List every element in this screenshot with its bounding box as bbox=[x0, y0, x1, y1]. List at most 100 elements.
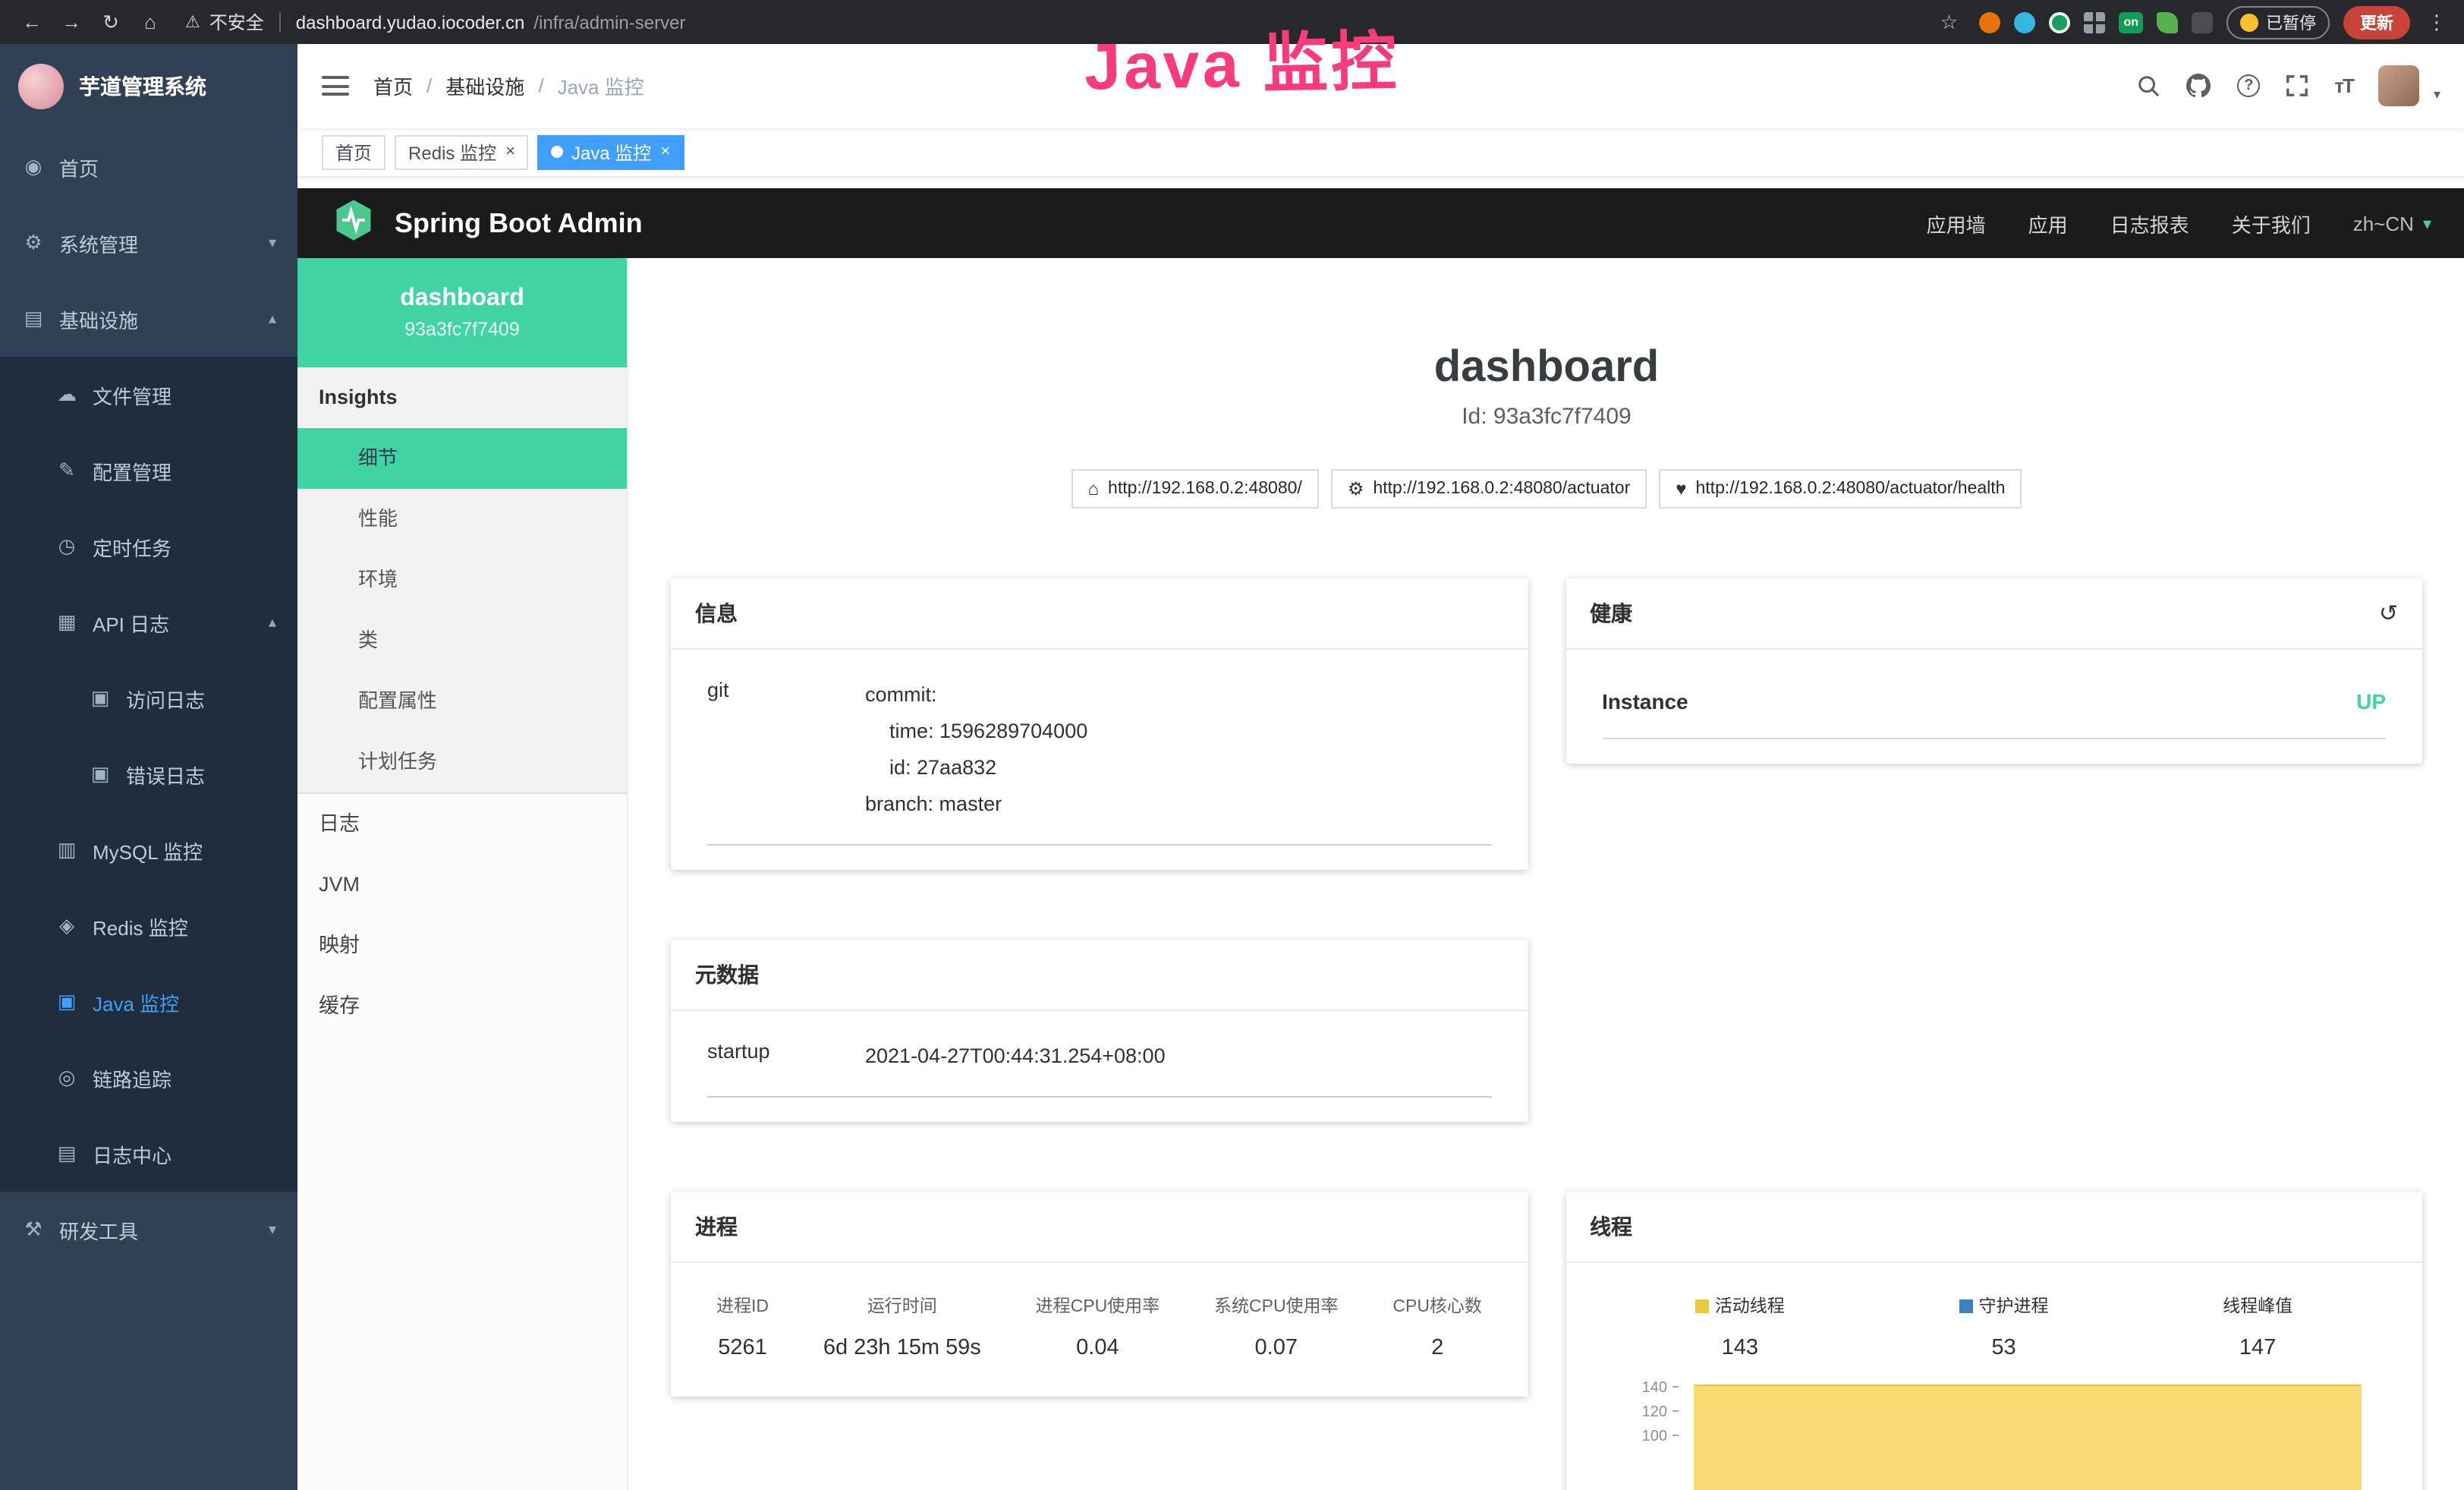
tab-home[interactable]: 首页 bbox=[322, 134, 385, 169]
file-icon: ☁ bbox=[55, 383, 79, 407]
sidebar-item-infrastructure[interactable]: ▤ 基础设施 ▴ bbox=[0, 281, 297, 357]
sidebar-item-dev-tools[interactable]: ⚒ 研发工具 ▾ bbox=[0, 1192, 297, 1268]
extension-green-circle-icon[interactable] bbox=[2049, 11, 2070, 33]
sba-menu-logs[interactable]: 日志 bbox=[297, 794, 627, 855]
extension-orange-icon[interactable] bbox=[1979, 11, 2000, 33]
sba-menu-details[interactable]: 细节 bbox=[297, 428, 627, 489]
sba-menu-environment[interactable]: 环境 bbox=[297, 550, 627, 610]
sba-instance-id: 93a3fc7f7409 bbox=[404, 319, 520, 340]
sidebar-item-home[interactable]: ◉ 首页 bbox=[0, 129, 297, 205]
breadcrumb-current: Java 监控 bbox=[558, 71, 644, 100]
metadata-card: 元数据 startup 2021-04-27T00:44:31.254+08:0… bbox=[671, 940, 1528, 1122]
tags-view: 首页 Redis 监控 × Java 监控 × bbox=[297, 128, 2464, 178]
monitor-icon: ▣ bbox=[55, 990, 79, 1014]
font-size-icon[interactable]: тT bbox=[2334, 74, 2353, 97]
chevron-down-icon: ▾ bbox=[269, 235, 276, 251]
sidebar-item-scheduled-tasks[interactable]: ◷ 定时任务 bbox=[0, 509, 297, 584]
sba-logo-icon[interactable] bbox=[331, 197, 376, 250]
extension-on-badge[interactable]: on bbox=[2119, 11, 2143, 33]
metadata-key-startup: startup bbox=[707, 1038, 865, 1075]
sba-menu-caches[interactable]: 缓存 bbox=[297, 976, 627, 1037]
process-col-system-cpu: 系统CPU使用率 0.07 bbox=[1214, 1293, 1339, 1360]
tab-redis-monitor[interactable]: Redis 监控 × bbox=[395, 134, 529, 169]
home-button[interactable]: ⌂ bbox=[134, 5, 167, 39]
user-avatar[interactable] bbox=[2379, 65, 2420, 106]
help-icon[interactable]: ? bbox=[2237, 74, 2260, 97]
forward-button[interactable]: → bbox=[55, 5, 88, 39]
sba-nav-about[interactable]: 关于我们 bbox=[2232, 209, 2311, 238]
profile-paused-badge[interactable]: 已暂停 bbox=[2226, 5, 2330, 39]
sidebar-item-system-management[interactable]: ⚙ 系统管理 ▾ bbox=[0, 205, 297, 281]
back-button[interactable]: ← bbox=[15, 5, 49, 39]
metadata-value-startup: 2021-04-27T00:44:31.254+08:00 bbox=[865, 1038, 1491, 1075]
sidebar-item-mysql-monitor[interactable]: ▥ MySQL 监控 bbox=[0, 812, 297, 888]
sba-instance-header: dashboard 93a3fc7f7409 bbox=[297, 258, 627, 367]
sba-content: dashboard Id: 93a3fc7f7409 ⌂ http://192.… bbox=[628, 258, 2464, 1490]
health-instance-label: Instance bbox=[1602, 689, 1688, 713]
reload-button[interactable]: ↻ bbox=[94, 5, 127, 39]
log-center-icon: ▤ bbox=[55, 1142, 79, 1166]
github-icon[interactable] bbox=[2186, 73, 2211, 99]
extensions-puzzle-icon[interactable] bbox=[2192, 11, 2213, 33]
chrome-update-button[interactable]: 更新 bbox=[2343, 5, 2410, 39]
health-url-link[interactable]: ♥ http://192.168.0.2:48080/actuator/heal… bbox=[1659, 469, 2022, 509]
app-title: 芋道管理系统 bbox=[79, 71, 206, 102]
extension-leaf-icon[interactable] bbox=[2157, 11, 2178, 33]
legend-peak-threads: 线程峰值 147 bbox=[2223, 1293, 2292, 1360]
legend-live-threads: 活动线程 143 bbox=[1695, 1293, 1785, 1360]
extension-grid-icon[interactable] bbox=[2084, 11, 2105, 33]
sidebar-item-redis-monitor[interactable]: ◈ Redis 监控 bbox=[0, 888, 297, 964]
avatar-caret-icon[interactable]: ▾ bbox=[2434, 87, 2440, 103]
fullscreen-icon[interactable] bbox=[2286, 74, 2308, 97]
log-icon: ▣ bbox=[88, 762, 112, 786]
process-col-process-cpu: 进程CPU使用率 0.04 bbox=[1036, 1293, 1160, 1360]
sba-menu-mappings[interactable]: 映射 bbox=[297, 915, 627, 976]
sba-menu-scheduled-tasks[interactable]: 计划任务 bbox=[297, 732, 627, 792]
sidebar-item-config-management[interactable]: ✎ 配置管理 bbox=[0, 433, 297, 509]
breadcrumb-home[interactable]: 首页 bbox=[373, 71, 413, 100]
logo-avatar bbox=[18, 64, 64, 109]
hamburger-icon[interactable] bbox=[322, 76, 349, 96]
chevron-down-icon: ▾ bbox=[269, 1221, 276, 1238]
tab-java-monitor[interactable]: Java 监控 × bbox=[538, 134, 684, 169]
actuator-url-link[interactable]: ⚙ http://192.168.0.2:48080/actuator bbox=[1331, 469, 1647, 509]
security-warning-icon: ⚠ bbox=[185, 12, 200, 32]
sba-menu-metrics[interactable]: 性能 bbox=[297, 489, 627, 550]
page-title: dashboard bbox=[671, 343, 2422, 393]
sidebar-item-error-log[interactable]: ▣ 错误日志 bbox=[0, 736, 297, 812]
sba-nav-journal[interactable]: 日志报表 bbox=[2110, 209, 2189, 238]
sidebar-item-api-log[interactable]: ▦ API 日志 ▴ bbox=[0, 584, 297, 660]
sidebar-item-java-monitor[interactable]: ▣ Java 监控 bbox=[0, 964, 297, 1040]
info-card: 信息 git commit: time: 1596289704000 id: 2… bbox=[671, 578, 1528, 870]
url-path: /infra/admin-server bbox=[533, 11, 685, 33]
info-key-git: git bbox=[707, 677, 865, 823]
browser-menu-icon[interactable]: ⋮ bbox=[2424, 10, 2450, 34]
address-bar[interactable]: ⚠ 不安全 dashboard.yudao.iocoder.cn/infra/a… bbox=[185, 9, 1926, 35]
sidebar-item-access-log[interactable]: ▣ 访问日志 bbox=[0, 660, 297, 736]
sba-locale-select[interactable]: zh~CN ▾ bbox=[2353, 212, 2431, 235]
sidebar-item-log-center[interactable]: ▤ 日志中心 bbox=[0, 1116, 297, 1192]
header-actions: ? тT ▾ bbox=[2137, 65, 2440, 106]
bookmark-star-icon[interactable]: ☆ bbox=[1932, 5, 1965, 39]
sidebar-item-file-management[interactable]: ☁ 文件管理 bbox=[0, 357, 297, 433]
sidebar-item-trace[interactable]: ◎ 链路追踪 bbox=[0, 1040, 297, 1116]
sba-nav-wallboard[interactable]: 应用墙 bbox=[1927, 209, 1986, 238]
history-icon[interactable]: ↺ bbox=[2379, 600, 2398, 627]
close-icon[interactable]: × bbox=[505, 143, 515, 161]
sba-menu-config-props[interactable]: 配置属性 bbox=[297, 671, 627, 732]
timer-icon: ◷ bbox=[55, 534, 79, 559]
app-logo[interactable]: 芋道管理系统 bbox=[0, 44, 297, 129]
extension-drop-icon[interactable] bbox=[2014, 11, 2035, 33]
sba-nav-applications[interactable]: 应用 bbox=[2028, 209, 2068, 238]
instance-links: ⌂ http://192.168.0.2:48080/ ⚙ http://192… bbox=[671, 469, 2422, 509]
sba-instance-name: dashboard bbox=[400, 285, 524, 313]
breadcrumb-separator: / bbox=[426, 74, 432, 97]
breadcrumb-infrastructure[interactable]: 基础设施 bbox=[445, 71, 524, 100]
service-url-link[interactable]: ⌂ http://192.168.0.2:48080/ bbox=[1072, 469, 1319, 509]
sba-brand-title[interactable]: Spring Boot Admin bbox=[395, 207, 643, 239]
search-icon[interactable] bbox=[2137, 74, 2160, 97]
sba-menu-classes[interactable]: 类 bbox=[297, 610, 627, 671]
instance-id-line: Id: 93a3fc7f7409 bbox=[671, 404, 2422, 430]
sba-menu-jvm[interactable]: JVM bbox=[297, 855, 627, 915]
close-icon[interactable]: × bbox=[660, 143, 670, 161]
